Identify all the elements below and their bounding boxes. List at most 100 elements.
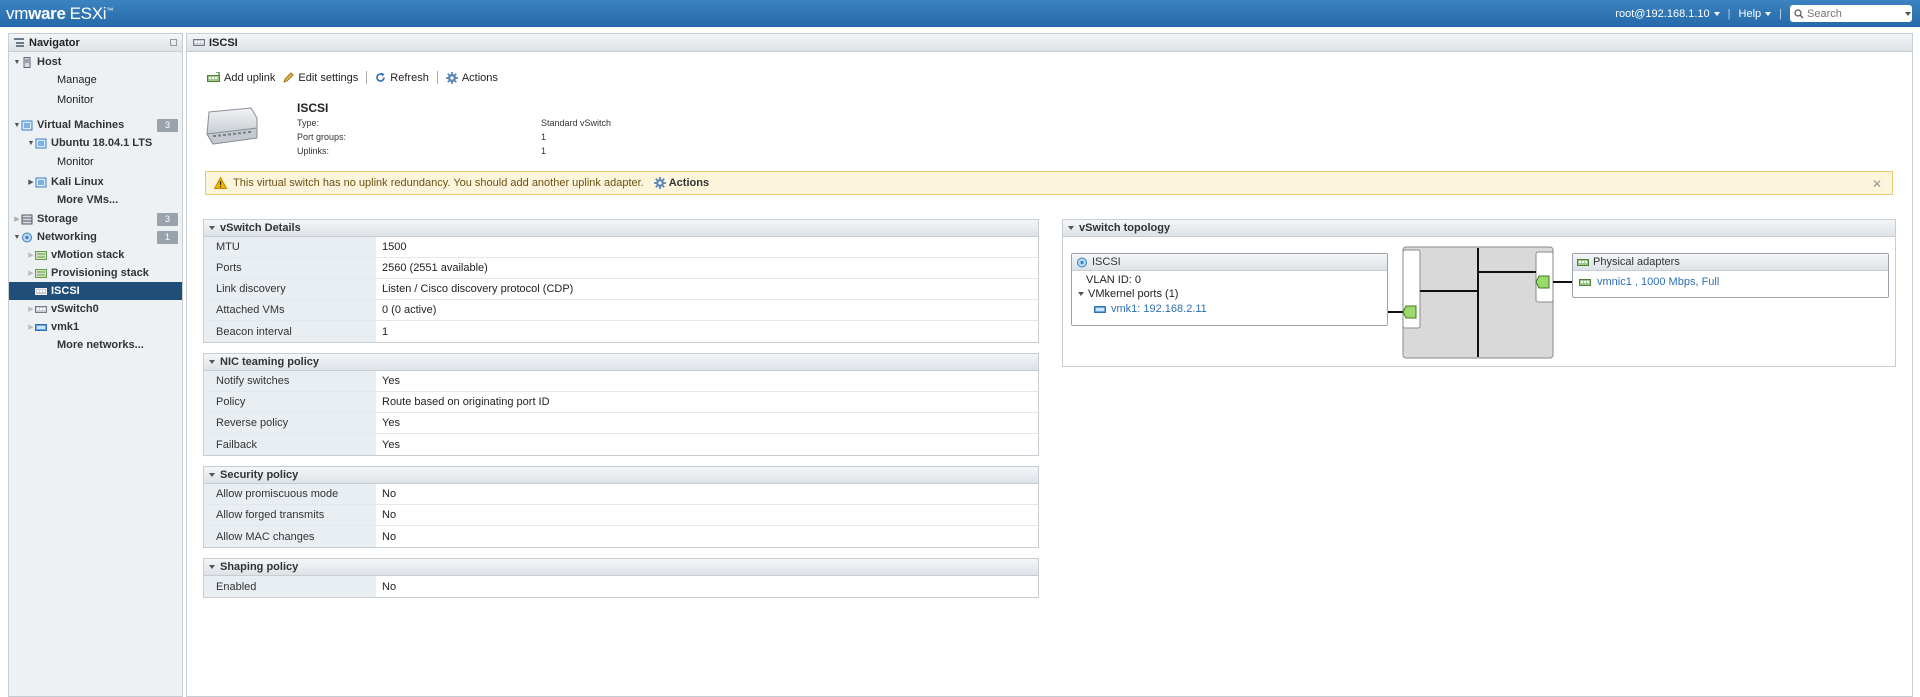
switch-diagram: [1388, 246, 1573, 359]
nav-virtual-machines[interactable]: ▼ Virtual Machines 3: [9, 116, 182, 134]
vmkernel-ports-toggle[interactable]: VMkernel ports (1): [1072, 287, 1387, 301]
collapse-arrow-icon[interactable]: ▶: [27, 178, 35, 186]
uplinks-label: Uplinks:: [297, 146, 330, 156]
vmkernel-nic-icon: [35, 323, 47, 331]
add-uplink-button[interactable]: Add uplink: [207, 72, 275, 84]
storage-icon: [21, 214, 33, 224]
nav-provisioning-stack[interactable]: ▶ Provisioning stack: [9, 264, 182, 282]
physical-nic-icon: [1577, 258, 1589, 266]
detail-row: Reverse policy Yes: [204, 413, 1038, 434]
vmk-entry[interactable]: vmk1: 192.168.2.11: [1072, 301, 1387, 317]
search-input[interactable]: [1807, 7, 1902, 20]
vswitch-details-panel: vSwitch Details MTU 1500 Ports 2560 (2551 …: [203, 219, 1039, 343]
chevron-down-icon[interactable]: [1905, 11, 1911, 16]
vmkernel-nic-icon: [1094, 305, 1106, 313]
gear-icon: [653, 177, 666, 189]
detail-row: Policy Route based on originating port ID: [204, 392, 1038, 413]
close-icon[interactable]: ✕: [1872, 177, 1882, 191]
navigator-icon: [14, 38, 24, 47]
collapse-arrow-icon[interactable]: ▶: [27, 269, 35, 277]
nav-vm-kali[interactable]: ▶ Kali Linux: [9, 173, 182, 191]
nav-host-monitor[interactable]: Monitor: [9, 91, 182, 109]
user-menu[interactable]: root@192.168.1.10: [1615, 7, 1720, 20]
main-title: ISCSI: [209, 36, 238, 49]
vswitch-icon: [35, 287, 47, 295]
physical-nic-entry[interactable]: vmnic1 , 1000 Mbps, Full: [1573, 271, 1888, 293]
chevron-down-icon: [1068, 226, 1074, 230]
port-groups-label: Port groups:: [297, 132, 347, 142]
nav-vm-ubuntu[interactable]: ▼ Ubuntu 18.04.1 LTS: [9, 134, 182, 152]
nav-iscsi[interactable]: ISCSI: [9, 282, 182, 300]
nav-networking[interactable]: ▼ Networking 1: [9, 228, 182, 246]
shaping-policy-panel: Shaping policy Enabled No: [203, 558, 1039, 598]
nav-vmk1[interactable]: ▶ vmk1: [9, 318, 182, 336]
expand-icon[interactable]: ▼: [13, 122, 21, 129]
warning-text: This virtual switch has no uplink redund…: [233, 177, 644, 189]
physical-adapters-box[interactable]: Physical adapters vmnic1 , 1000 Mbps, Fu…: [1572, 253, 1889, 298]
expand-icon[interactable]: ▼: [27, 140, 35, 147]
vmk-link[interactable]: vmk1: 192.168.2.11: [1111, 303, 1207, 315]
search-icon: [1794, 8, 1804, 18]
collapse-icon[interactable]: [170, 39, 177, 46]
detail-row: Ports 2560 (2551 available): [204, 258, 1038, 279]
collapse-arrow-icon[interactable]: ▶: [13, 215, 21, 223]
vswitch-topology-header[interactable]: vSwitch topology: [1063, 220, 1895, 237]
nav-more-vms[interactable]: More VMs...: [9, 191, 182, 209]
vswitch-device-icon: [206, 107, 258, 145]
vm-icon: [35, 177, 47, 187]
detail-row: Allow promiscuous mode No: [204, 484, 1038, 505]
refresh-button[interactable]: Refresh: [375, 72, 429, 84]
edit-settings-button[interactable]: Edit settings: [283, 72, 358, 84]
chevron-down-icon: [1713, 11, 1720, 16]
detail-row: MTU 1500: [204, 237, 1038, 258]
actions-button[interactable]: Actions: [445, 71, 498, 84]
chevron-down-icon: [209, 360, 215, 364]
pencil-icon: [283, 72, 295, 83]
expand-icon[interactable]: ▼: [13, 234, 21, 241]
nav-host-manage[interactable]: Manage: [9, 71, 182, 89]
gear-icon: [445, 71, 458, 84]
detail-row: Attached VMs 0 (0 active): [204, 300, 1038, 321]
nav-more-networks[interactable]: More networks...: [9, 336, 182, 354]
vswitch-topology-panel: vSwitch topology ISCSI VLAN ID: 0 VMkern…: [1062, 219, 1896, 367]
detail-row: Notify switches Yes: [204, 371, 1038, 392]
detail-row: Beacon interval 1: [204, 321, 1038, 342]
help-menu[interactable]: Help: [1739, 8, 1772, 20]
user-label: root@192.168.1.10: [1615, 7, 1710, 20]
top-bar: vmware ESXi™ root@192.168.1.10 | Help |: [0, 0, 1920, 27]
shaping-policy-header[interactable]: Shaping policy: [204, 559, 1038, 576]
collapse-arrow-icon[interactable]: ▶: [27, 323, 35, 331]
toolbar: Add uplink Edit settings Refresh Actions: [207, 71, 498, 84]
vswitch-details-header[interactable]: vSwitch Details: [204, 220, 1038, 237]
detail-row: Link discovery Listen / Cisco discovery p…: [204, 279, 1038, 300]
tcpip-stack-icon: [35, 250, 47, 260]
expand-icon[interactable]: ▼: [13, 59, 21, 66]
networking-icon: [22, 232, 32, 242]
nav-host[interactable]: ▼ Host: [9, 53, 182, 71]
vswitch-name: ISCSI: [297, 101, 329, 115]
vswitch-icon: [35, 305, 47, 313]
collapse-arrow-icon[interactable]: ▶: [27, 305, 35, 313]
port-group-box[interactable]: ISCSI VLAN ID: 0 VMkernel ports (1) vmk1…: [1071, 253, 1388, 326]
vmware-esxi-logo: vmware ESXi™: [6, 4, 113, 23]
type-value: Standard vSwitch: [541, 118, 612, 128]
detail-row: Enabled No: [204, 576, 1038, 597]
chevron-down-icon: [209, 473, 215, 477]
vlan-id: VLAN ID: 0: [1086, 274, 1142, 286]
chevron-down-icon: [209, 565, 215, 569]
redundancy-warning: This virtual switch has no uplink redund…: [205, 171, 1893, 195]
search-box[interactable]: [1790, 5, 1912, 22]
collapse-arrow-icon[interactable]: ▶: [27, 251, 35, 259]
navigator-panel: Navigator ▼ Host Manage Monitor ▼ Virtua…: [8, 33, 183, 697]
vswitch-icon: [193, 39, 205, 46]
vswitch-summary: ISCSI Type: Standard vSwitch Port groups…: [205, 101, 805, 156]
vmnic-link[interactable]: vmnic1 , 1000 Mbps, Full: [1597, 276, 1719, 288]
security-policy-header[interactable]: Security policy: [204, 467, 1038, 484]
nav-vm-ubuntu-monitor[interactable]: Monitor: [9, 153, 182, 171]
nav-vswitch0[interactable]: ▶ vSwitch0: [9, 300, 182, 318]
nav-storage[interactable]: ▶ Storage 3: [9, 210, 182, 228]
nic-teaming-header[interactable]: NIC teaming policy: [204, 354, 1038, 371]
port-group-icon: [1077, 257, 1087, 267]
warning-actions-button[interactable]: Actions: [653, 177, 709, 189]
nav-vmotion-stack[interactable]: ▶ vMotion stack: [9, 246, 182, 264]
